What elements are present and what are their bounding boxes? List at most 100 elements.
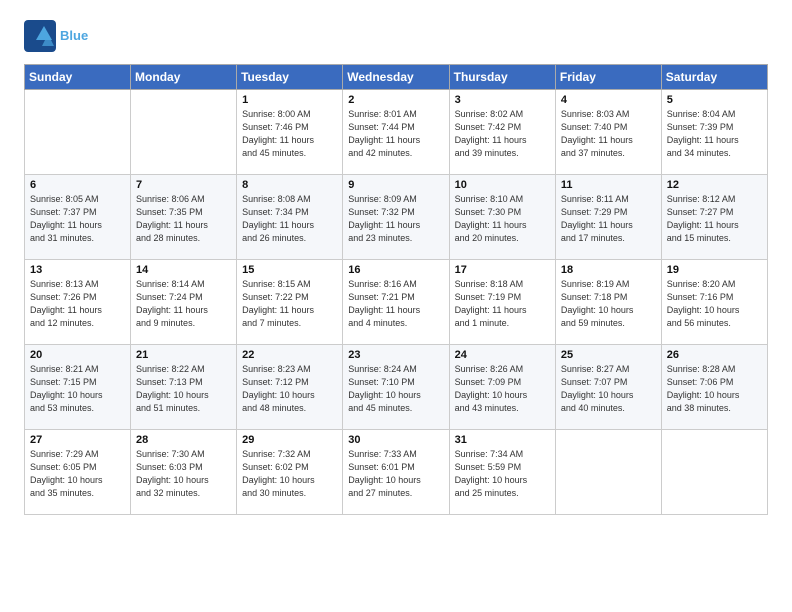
day-number: 26 xyxy=(667,349,762,361)
day-info: Sunrise: 8:28 AM Sunset: 7:06 PM Dayligh… xyxy=(667,363,762,415)
day-number: 14 xyxy=(136,264,231,276)
day-cell-24: 24 Sunrise: 8:26 AM Sunset: 7:09 PM Dayli… xyxy=(449,345,555,430)
day-number: 30 xyxy=(348,434,443,446)
day-number: 6 xyxy=(30,179,125,191)
day-number: 4 xyxy=(561,94,656,106)
weekday-header-tuesday: Tuesday xyxy=(237,65,343,90)
weekday-header-monday: Monday xyxy=(131,65,237,90)
day-info: Sunrise: 8:19 AM Sunset: 7:18 PM Dayligh… xyxy=(561,278,656,330)
weekday-header-row: SundayMondayTuesdayWednesdayThursdayFrid… xyxy=(25,65,768,90)
day-number: 16 xyxy=(348,264,443,276)
day-cell-12: 12 Sunrise: 8:12 AM Sunset: 7:27 PM Dayli… xyxy=(661,175,767,260)
day-info: Sunrise: 7:29 AM Sunset: 6:05 PM Dayligh… xyxy=(30,448,125,500)
day-number: 7 xyxy=(136,179,231,191)
logo: Blue xyxy=(24,20,88,52)
day-cell-30: 30 Sunrise: 7:33 AM Sunset: 6:01 PM Dayli… xyxy=(343,430,449,515)
day-info: Sunrise: 7:33 AM Sunset: 6:01 PM Dayligh… xyxy=(348,448,443,500)
day-cell-23: 23Sunrise: 8:24 AM Sunset: 7:10 PM Dayli… xyxy=(343,345,449,430)
day-number: 8 xyxy=(242,179,337,191)
day-cell-4: 4Sunrise: 8:03 AM Sunset: 7:40 PM Daylig… xyxy=(555,90,661,175)
logo-sub: Blue xyxy=(60,28,88,43)
logo-icon xyxy=(24,20,56,52)
day-info: Sunrise: 8:06 AM Sunset: 7:35 PM Dayligh… xyxy=(136,193,231,245)
day-number: 9 xyxy=(348,179,443,191)
empty-cell xyxy=(25,90,131,175)
day-info: Sunrise: 8:02 AM Sunset: 7:42 PM Dayligh… xyxy=(455,108,550,160)
day-cell-29: 29 Sunrise: 7:32 AM Sunset: 6:02 PM Dayli… xyxy=(237,430,343,515)
day-number: 25 xyxy=(561,349,656,361)
day-number: 31 xyxy=(455,434,550,446)
day-number: 2 xyxy=(348,94,443,106)
day-info: Sunrise: 8:23 AM Sunset: 7:12 PM Dayligh… xyxy=(242,363,337,415)
week-row-4: 27Sunrise: 7:29 AM Sunset: 6:05 PM Dayli… xyxy=(25,430,768,515)
header: Blue xyxy=(24,20,768,52)
day-number: 10 xyxy=(455,179,550,191)
page: Blue SundayMondayTuesdayWednesdayThursda… xyxy=(0,0,792,612)
day-number: 20 xyxy=(30,349,125,361)
day-info: Sunrise: 8:04 AM Sunset: 7:39 PM Dayligh… xyxy=(667,108,762,160)
weekday-header-wednesday: Wednesday xyxy=(343,65,449,90)
day-number: 15 xyxy=(242,264,337,276)
day-cell-21: 21 Sunrise: 8:22 AM Sunset: 7:13 PM Dayli… xyxy=(131,345,237,430)
day-cell-1: 1Sunrise: 8:00 AM Sunset: 7:46 PM Daylig… xyxy=(237,90,343,175)
weekday-header-sunday: Sunday xyxy=(25,65,131,90)
week-row-3: 20Sunrise: 8:21 AM Sunset: 7:15 PM Dayli… xyxy=(25,345,768,430)
day-number: 1 xyxy=(242,94,337,106)
day-cell-13: 13Sunrise: 8:13 AM Sunset: 7:26 PM Dayli… xyxy=(25,260,131,345)
day-cell-25: 25 Sunrise: 8:27 AM Sunset: 7:07 PM Dayli… xyxy=(555,345,661,430)
day-cell-20: 20Sunrise: 8:21 AM Sunset: 7:15 PM Dayli… xyxy=(25,345,131,430)
day-cell-18: 18 Sunrise: 8:19 AM Sunset: 7:18 PM Dayli… xyxy=(555,260,661,345)
day-info: Sunrise: 8:14 AM Sunset: 7:24 PM Dayligh… xyxy=(136,278,231,330)
day-number: 18 xyxy=(561,264,656,276)
day-number: 19 xyxy=(667,264,762,276)
day-info: Sunrise: 7:32 AM Sunset: 6:02 PM Dayligh… xyxy=(242,448,337,500)
day-number: 29 xyxy=(242,434,337,446)
day-cell-7: 7 Sunrise: 8:06 AM Sunset: 7:35 PM Daylig… xyxy=(131,175,237,260)
day-info: Sunrise: 8:15 AM Sunset: 7:22 PM Dayligh… xyxy=(242,278,337,330)
day-cell-2: 2Sunrise: 8:01 AM Sunset: 7:44 PM Daylig… xyxy=(343,90,449,175)
day-info: Sunrise: 8:22 AM Sunset: 7:13 PM Dayligh… xyxy=(136,363,231,415)
week-row-2: 13Sunrise: 8:13 AM Sunset: 7:26 PM Dayli… xyxy=(25,260,768,345)
day-cell-16: 16 Sunrise: 8:16 AM Sunset: 7:21 PM Dayli… xyxy=(343,260,449,345)
day-number: 11 xyxy=(561,179,656,191)
day-cell-26: 26 Sunrise: 8:28 AM Sunset: 7:06 PM Dayli… xyxy=(661,345,767,430)
day-number: 12 xyxy=(667,179,762,191)
day-info: Sunrise: 8:16 AM Sunset: 7:21 PM Dayligh… xyxy=(348,278,443,330)
day-cell-28: 28 Sunrise: 7:30 AM Sunset: 6:03 PM Dayli… xyxy=(131,430,237,515)
day-info: Sunrise: 8:12 AM Sunset: 7:27 PM Dayligh… xyxy=(667,193,762,245)
day-info: Sunrise: 8:26 AM Sunset: 7:09 PM Dayligh… xyxy=(455,363,550,415)
day-cell-19: 19Sunrise: 8:20 AM Sunset: 7:16 PM Dayli… xyxy=(661,260,767,345)
day-cell-10: 10 Sunrise: 8:10 AM Sunset: 7:30 PM Dayli… xyxy=(449,175,555,260)
day-number: 21 xyxy=(136,349,231,361)
day-number: 3 xyxy=(455,94,550,106)
day-cell-11: 11 Sunrise: 8:11 AM Sunset: 7:29 PM Dayli… xyxy=(555,175,661,260)
day-number: 5 xyxy=(667,94,762,106)
weekday-header-saturday: Saturday xyxy=(661,65,767,90)
calendar-table: SundayMondayTuesdayWednesdayThursdayFrid… xyxy=(24,64,768,515)
day-info: Sunrise: 8:18 AM Sunset: 7:19 PM Dayligh… xyxy=(455,278,550,330)
week-row-0: 1Sunrise: 8:00 AM Sunset: 7:46 PM Daylig… xyxy=(25,90,768,175)
day-number: 28 xyxy=(136,434,231,446)
day-cell-6: 6 Sunrise: 8:05 AM Sunset: 7:37 PM Daylig… xyxy=(25,175,131,260)
day-cell-3: 3 Sunrise: 8:02 AM Sunset: 7:42 PM Daylig… xyxy=(449,90,555,175)
day-number: 23 xyxy=(348,349,443,361)
day-cell-27: 27Sunrise: 7:29 AM Sunset: 6:05 PM Dayli… xyxy=(25,430,131,515)
day-info: Sunrise: 8:05 AM Sunset: 7:37 PM Dayligh… xyxy=(30,193,125,245)
day-cell-9: 9 Sunrise: 8:09 AM Sunset: 7:32 PM Daylig… xyxy=(343,175,449,260)
day-number: 17 xyxy=(455,264,550,276)
day-cell-17: 17 Sunrise: 8:18 AM Sunset: 7:19 PM Dayli… xyxy=(449,260,555,345)
day-info: Sunrise: 7:34 AM Sunset: 5:59 PM Dayligh… xyxy=(455,448,550,500)
day-info: Sunrise: 8:10 AM Sunset: 7:30 PM Dayligh… xyxy=(455,193,550,245)
day-cell-14: 14 Sunrise: 8:14 AM Sunset: 7:24 PM Dayli… xyxy=(131,260,237,345)
week-row-1: 6 Sunrise: 8:05 AM Sunset: 7:37 PM Daylig… xyxy=(25,175,768,260)
day-cell-5: 5 Sunrise: 8:04 AM Sunset: 7:39 PM Daylig… xyxy=(661,90,767,175)
day-info: Sunrise: 8:27 AM Sunset: 7:07 PM Dayligh… xyxy=(561,363,656,415)
weekday-header-thursday: Thursday xyxy=(449,65,555,90)
day-cell-31: 31 Sunrise: 7:34 AM Sunset: 5:59 PM Dayli… xyxy=(449,430,555,515)
day-info: Sunrise: 8:11 AM Sunset: 7:29 PM Dayligh… xyxy=(561,193,656,245)
day-number: 24 xyxy=(455,349,550,361)
day-info: Sunrise: 8:13 AM Sunset: 7:26 PM Dayligh… xyxy=(30,278,125,330)
day-number: 22 xyxy=(242,349,337,361)
day-info: Sunrise: 7:30 AM Sunset: 6:03 PM Dayligh… xyxy=(136,448,231,500)
day-info: Sunrise: 8:09 AM Sunset: 7:32 PM Dayligh… xyxy=(348,193,443,245)
